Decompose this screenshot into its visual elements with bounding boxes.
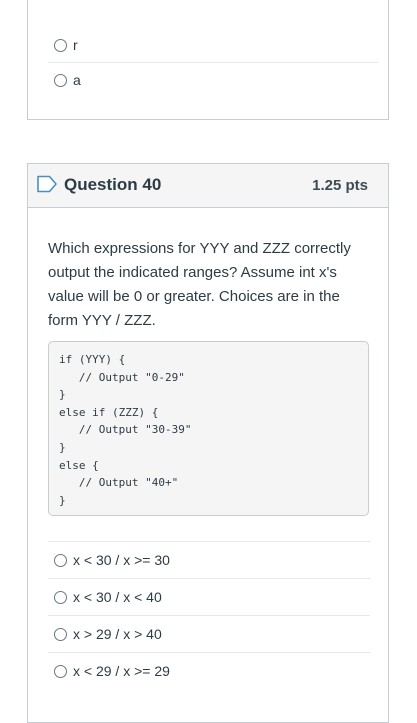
answer-list: x < 30 / x >= 30 x < 30 / x < 40 x > 29 … <box>48 541 370 689</box>
answer-label: x < 30 / x >= 30 <box>73 552 170 568</box>
answer-option[interactable]: r <box>48 28 378 63</box>
radio-button[interactable] <box>54 553 67 567</box>
answer-option[interactable]: x < 29 / x >= 29 <box>48 653 370 689</box>
question-text: Which expressions for YYY and ZZZ correc… <box>48 240 351 329</box>
code-snippet: if (YYY) { // Output "0-29" } else if (Z… <box>59 353 192 507</box>
answer-label: x < 30 / x < 40 <box>73 589 162 605</box>
question-header: Question 40 1.25 pts <box>28 164 388 208</box>
answer-label: x < 29 / x >= 29 <box>73 663 170 679</box>
answer-label: x > 29 / x > 40 <box>73 626 162 642</box>
question-card: Question 40 1.25 pts Which expressions f… <box>27 163 389 723</box>
answer-label: r <box>73 37 78 53</box>
radio-button[interactable] <box>54 38 67 52</box>
answer-option[interactable]: x < 30 / x >= 30 <box>48 541 370 579</box>
radio-button[interactable] <box>54 627 67 641</box>
answer-option[interactable]: a <box>48 63 378 97</box>
flag-icon[interactable] <box>36 175 58 193</box>
answer-option[interactable]: x > 29 / x > 40 <box>48 616 370 653</box>
question-points: 1.25 pts <box>312 177 368 194</box>
answer-option[interactable]: x < 30 / x < 40 <box>48 579 370 616</box>
answer-label: a <box>73 72 81 88</box>
code-block: if (YYY) { // Output "0-29" } else if (Z… <box>48 341 369 516</box>
radio-button[interactable] <box>54 664 67 678</box>
question-title: Question 40 <box>64 175 162 194</box>
radio-button[interactable] <box>54 73 67 87</box>
radio-button[interactable] <box>54 590 67 604</box>
previous-question-card: r a <box>27 0 389 120</box>
